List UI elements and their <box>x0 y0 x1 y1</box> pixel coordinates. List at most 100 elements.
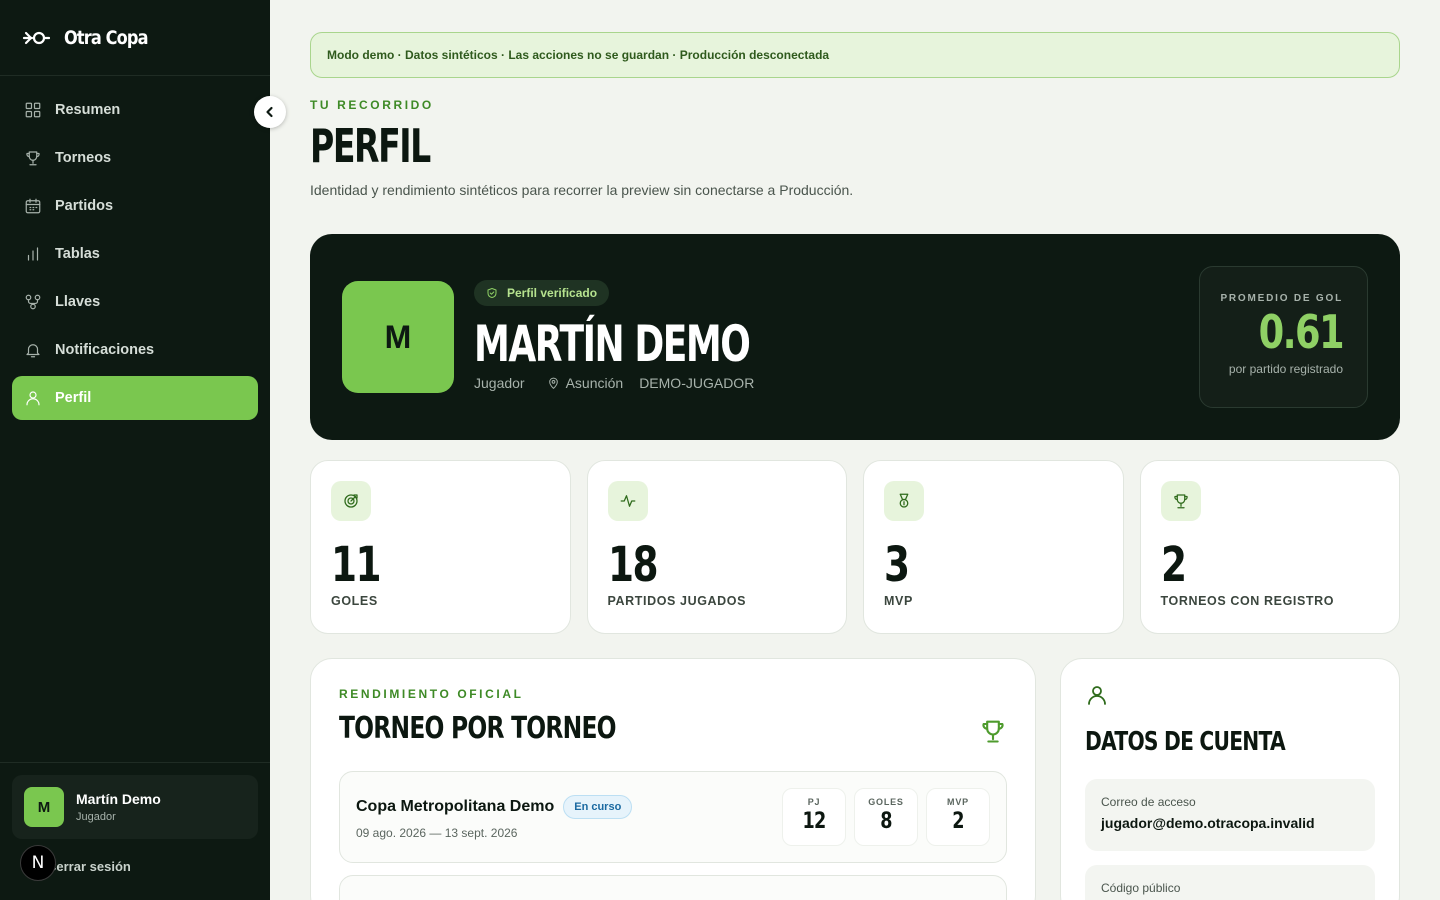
public-code-label: Código público <box>1101 881 1181 895</box>
stat-icon-wrap <box>1160 481 1201 521</box>
demo-banner: Modo demo · Datos sintéticos · Las accio… <box>310 32 1400 78</box>
profile-role: Jugador <box>474 375 525 391</box>
mini-stat-value: 8 <box>880 809 892 834</box>
stat-card-mvp: 3 MVP <box>863 460 1124 634</box>
goal-average-label: PROMEDIO DE GOL <box>1220 293 1343 304</box>
user-icon <box>1088 686 1106 705</box>
trophy-icon <box>26 151 40 166</box>
trophy-icon <box>982 720 1004 743</box>
mini-stat-pj: PJ 12 <box>782 788 846 846</box>
sidebar-nav: Resumen Torneos Partidos Tablas Llaves N… <box>0 76 270 420</box>
sidebar-item-tablas[interactable]: Tablas <box>12 232 258 276</box>
stat-value: 18 <box>607 537 659 593</box>
sidebar-item-label: Llaves <box>55 294 101 310</box>
avatar: M <box>24 787 64 827</box>
target-icon <box>344 494 358 508</box>
shield-check-icon <box>487 288 497 298</box>
sidebar-item-label: Tablas <box>55 246 100 262</box>
mini-stat-value: 2 <box>952 809 964 834</box>
stat-label: PARTIDOS JUGADOS <box>607 594 747 608</box>
email-label: Correo de acceso <box>1101 795 1196 809</box>
stat-label: GOLES <box>331 594 378 608</box>
collapse-sidebar-button[interactable] <box>254 96 286 128</box>
page-subtitle: Identidad y rendimiento sintéticos para … <box>310 182 854 198</box>
stat-label: TORNEOS CON REGISTRO <box>1160 594 1335 608</box>
tournament-row[interactable]: Copa Metropolitana Demo En curso 09 ago.… <box>339 771 1007 863</box>
sidebar-item-notificaciones[interactable]: Notificaciones <box>12 328 258 372</box>
mini-stat-label: GOLES <box>868 797 904 807</box>
verified-badge: Perfil verificado <box>474 280 610 306</box>
stat-icon-wrap <box>607 481 648 521</box>
sidebar-item-partidos[interactable]: Partidos <box>12 184 258 228</box>
stat-card-torneos: 2 TORNEOS CON REGISTRO <box>1139 460 1400 634</box>
mini-stat-value: 12 <box>802 809 827 834</box>
goal-average-box: PROMEDIO DE GOL 0.61 por partido registr… <box>1199 266 1368 408</box>
email-field: Correo de acceso jugador@demo.otracopa.i… <box>1085 779 1375 851</box>
stat-card-partidos: 18 PARTIDOS JUGADOS <box>586 460 847 634</box>
dev-indicator-badge[interactable]: N <box>20 845 56 881</box>
logout-label: Cerrar sesión <box>47 858 131 874</box>
tournament-dates: 09 ago. 2026 — 13 sept. 2026 <box>356 826 518 840</box>
tournament-name-wrap: Copa Metropolitana Demo En curso <box>356 795 633 819</box>
stat-card-goles: 11 GOLES <box>310 460 571 634</box>
calendar-icon <box>25 198 41 214</box>
mini-stat-goles: GOLES 8 <box>854 788 918 846</box>
bar-chart-icon <box>27 247 39 261</box>
sidebar-item-label: Partidos <box>55 198 114 214</box>
sidebar-item-label: Notificaciones <box>55 342 155 358</box>
public-code-field: Código público <box>1085 865 1375 900</box>
medal-icon <box>899 493 909 508</box>
user-icon <box>26 391 40 406</box>
chevron-left-icon <box>266 106 273 118</box>
verified-label: Perfil verificado <box>507 286 598 300</box>
stat-value: 11 <box>331 537 382 593</box>
user-name: Martín Demo <box>76 791 161 807</box>
tournament-row[interactable] <box>339 875 1007 900</box>
sidebar: Otra Copa Resumen Torneos Partidos Tabla… <box>0 0 270 900</box>
user-role: Jugador <box>76 811 116 823</box>
lower-section: RENDIMIENTO OFICIAL TORNEO POR TORNEO Co… <box>310 658 1400 900</box>
stat-value: 2 <box>1160 537 1187 593</box>
tournament-eyebrow: RENDIMIENTO OFICIAL <box>339 687 524 701</box>
profile-meta: Jugador Asunción DEMO-JUGADOR <box>474 375 754 391</box>
stat-icon-wrap <box>884 481 924 521</box>
status-badge: En curso <box>563 795 633 819</box>
tournament-mini-stats: PJ 12 GOLES 8 MVP 2 <box>782 788 990 846</box>
sidebar-item-resumen[interactable]: Resumen <box>12 88 258 132</box>
stat-label: MVP <box>884 594 913 608</box>
sidebar-item-label: Resumen <box>55 102 121 118</box>
tournament-title: TORNEO POR TORNEO <box>339 711 617 746</box>
mini-stat-label: MVP <box>947 797 969 807</box>
email-value: jugador@demo.otracopa.invalid <box>1101 815 1315 831</box>
location-pin-icon <box>548 377 558 389</box>
brand[interactable]: Otra Copa <box>0 0 270 76</box>
stat-icon-wrap <box>331 481 371 521</box>
account-panel: DATOS DE CUENTA Correo de acceso jugador… <box>1060 658 1400 900</box>
account-title: DATOS DE CUENTA <box>1085 727 1286 757</box>
profile-city: Asunción <box>565 375 624 391</box>
goal-average-value: 0.61 <box>1258 305 1345 359</box>
logo-icon <box>22 31 50 44</box>
page-eyebrow: TU RECORRIDO <box>310 98 434 112</box>
page-title: PERFIL <box>310 119 431 173</box>
sidebar-item-llaves[interactable]: Llaves <box>12 280 258 324</box>
profile-avatar: M <box>342 281 454 393</box>
tournament-name: Copa Metropolitana Demo <box>356 798 555 815</box>
profile-code: DEMO-JUGADOR <box>639 375 755 391</box>
tournament-panel: RENDIMIENTO OFICIAL TORNEO POR TORNEO Co… <box>310 658 1036 900</box>
trophy-icon <box>1173 494 1188 509</box>
app-name: Otra Copa <box>64 26 149 49</box>
profile-hero-card: M Perfil verificado MARTÍN DEMO Jugador … <box>310 234 1400 440</box>
stats-row: 11 GOLES 18 PARTIDOS JUGADOS 3 MVP 2 TOR… <box>310 460 1400 634</box>
goal-average-sub: por partido registrado <box>1228 362 1343 376</box>
mini-stat-mvp: MVP 2 <box>926 788 990 846</box>
main-content: Modo demo · Datos sintéticos · Las accio… <box>310 0 1400 900</box>
bracket-icon <box>25 294 41 310</box>
sidebar-item-label: Perfil <box>55 390 92 406</box>
user-card[interactable]: M Martín Demo Jugador <box>12 775 258 839</box>
stat-value: 3 <box>884 537 910 593</box>
profile-name: MARTÍN DEMO <box>474 315 751 373</box>
sidebar-item-perfil[interactable]: Perfil <box>12 376 258 420</box>
sidebar-item-torneos[interactable]: Torneos <box>12 136 258 180</box>
grid-icon <box>25 102 41 118</box>
